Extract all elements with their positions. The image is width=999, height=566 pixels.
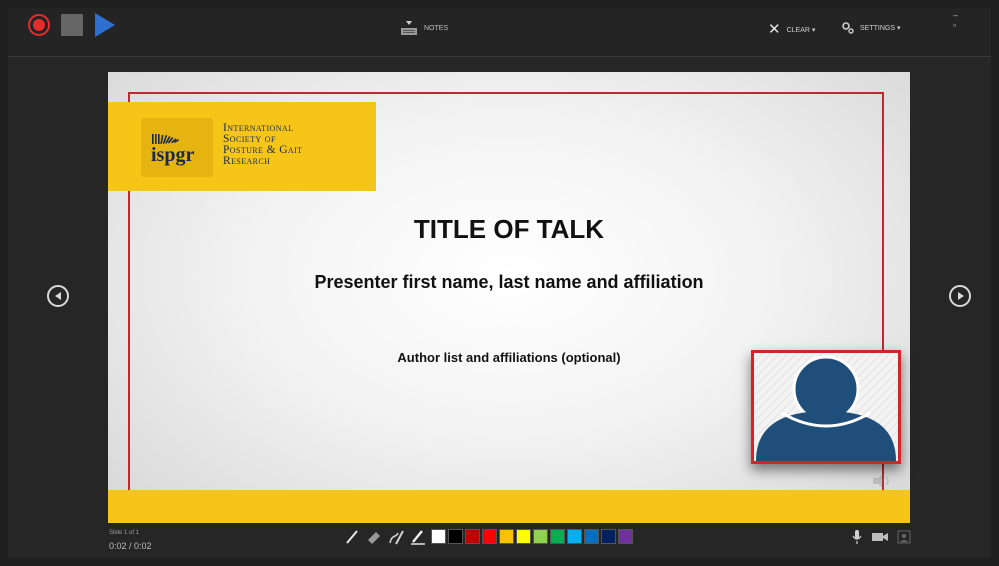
pen-color-green[interactable] xyxy=(550,529,565,544)
pen-color-dark-red[interactable] xyxy=(465,529,480,544)
slide-title: TITLE OF TALK xyxy=(413,214,605,244)
pen-color-dark-blue[interactable] xyxy=(601,529,616,544)
camera-preview[interactable] xyxy=(751,350,901,464)
speaker-icon xyxy=(873,473,889,489)
pen-color-palette xyxy=(431,529,633,544)
logo-ispgr: ispgr xyxy=(151,144,195,166)
pen-color-red[interactable] xyxy=(482,529,497,544)
pen-color-purple[interactable] xyxy=(618,529,633,544)
clear-label: CLEAR ▾ xyxy=(786,26,816,34)
recording-time: 0:02 / 0:02 xyxy=(109,541,152,551)
ispgr-logo: ispgr International Society of Posture &… xyxy=(108,102,376,191)
pen-color-black[interactable] xyxy=(448,529,463,544)
pen-color-light-green[interactable] xyxy=(533,529,548,544)
logo-line-4: Research xyxy=(223,155,271,167)
play-button[interactable] xyxy=(95,13,115,37)
pen-color-blue[interactable] xyxy=(584,529,599,544)
camera-icon[interactable] xyxy=(871,530,889,544)
clear-button[interactable]: ✕ CLEAR ▾ xyxy=(768,22,815,37)
ink-tools xyxy=(342,528,428,546)
slide-count: Slide 1 of 1 xyxy=(109,530,140,536)
settings-label: SETTINGS ▾ xyxy=(860,25,901,32)
pen-color-white[interactable] xyxy=(431,529,446,544)
next-slide-button[interactable] xyxy=(949,285,971,307)
logo-text: International Society of Posture & Gait … xyxy=(223,122,373,167)
media-toggles xyxy=(851,529,911,545)
logo-badge: ispgr xyxy=(141,118,213,177)
notes-icon xyxy=(401,21,417,35)
eraser-icon[interactable] xyxy=(364,528,384,546)
pen-color-orange[interactable] xyxy=(499,529,514,544)
microphone-icon[interactable] xyxy=(851,529,863,545)
slide-presenter: Presenter first name, last name and affi… xyxy=(314,272,704,292)
previous-slide-button[interactable] xyxy=(47,285,69,307)
record-button[interactable] xyxy=(28,14,50,36)
window-controls[interactable]: – ▫ xyxy=(953,10,991,30)
notes-button[interactable]: NOTES xyxy=(400,18,448,38)
clear-icon: ✕ xyxy=(768,21,781,38)
recording-toolbar: NOTES ✕ CLEAR ▾ SETTINGS ▾ – ▫ xyxy=(8,8,991,57)
pen-icon[interactable] xyxy=(342,528,362,546)
settings-button[interactable]: SETTINGS ▾ xyxy=(842,22,900,34)
pen-color-light-blue[interactable] xyxy=(567,529,582,544)
marker-icon[interactable] xyxy=(408,528,428,546)
pen-color-yellow[interactable] xyxy=(516,529,531,544)
camera-preview-icon[interactable] xyxy=(897,530,911,544)
slide-footer-bar xyxy=(108,490,910,523)
notes-label: NOTES xyxy=(424,24,449,32)
stop-button[interactable] xyxy=(61,14,83,36)
avatar-icon xyxy=(754,353,898,461)
highlighter-icon[interactable] xyxy=(386,528,406,546)
logo-marks-icon xyxy=(152,134,180,144)
gear-icon xyxy=(842,22,854,34)
